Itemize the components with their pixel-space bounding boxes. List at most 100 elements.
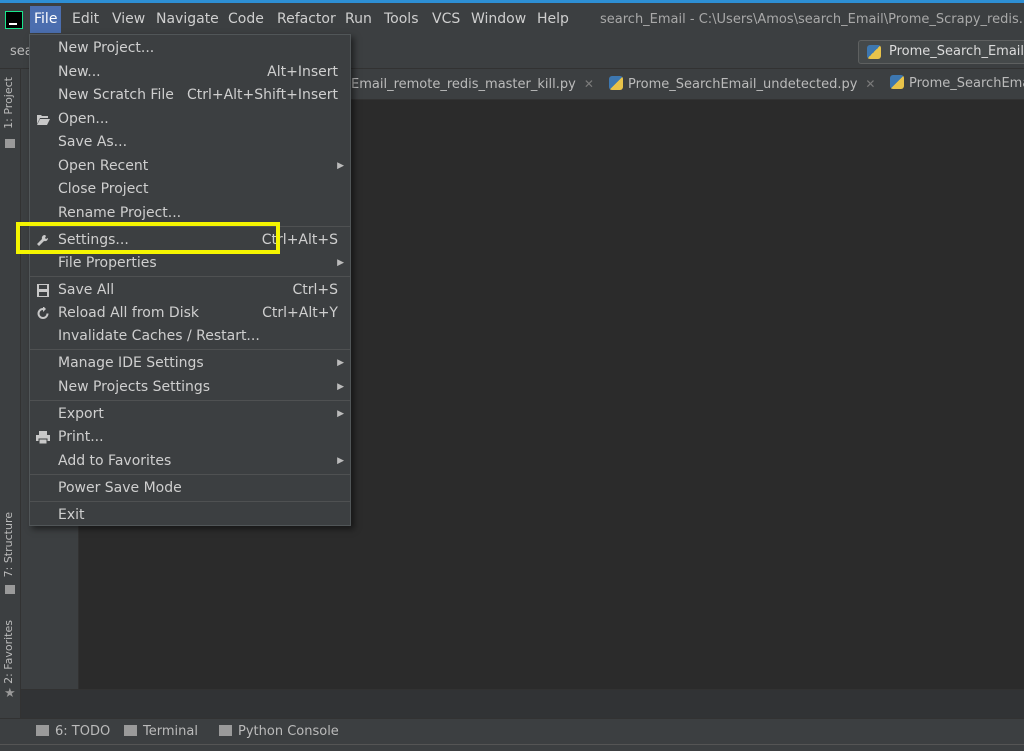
- menu-item-label: Export: [58, 406, 104, 422]
- submenu-arrow-icon: ▶: [337, 409, 344, 419]
- file-menu-dropdown: New Project... New... Alt+Insert New Scr…: [29, 34, 351, 526]
- menu-code[interactable]: Code: [224, 6, 268, 33]
- tool-tab-todo[interactable]: 6: TODO: [36, 719, 110, 745]
- menu-item-label: Rename Project...: [58, 205, 182, 221]
- python-file-icon: [609, 76, 623, 90]
- menu-item-exit[interactable]: Exit: [30, 504, 350, 527]
- menu-item-label: File Properties: [58, 255, 157, 271]
- menu-separator: [30, 501, 350, 502]
- menu-item-label: Manage IDE Settings: [58, 355, 204, 371]
- tool-tab-terminal-label: Terminal: [143, 724, 198, 739]
- editor-tab[interactable]: Email_remote_redis_master_kill.py ✕: [351, 69, 594, 99]
- menu-item-new-projects-settings[interactable]: New Projects Settings ▶: [30, 376, 350, 399]
- menu-item-label: Invalidate Caches / Restart...: [58, 328, 260, 344]
- menu-file[interactable]: File: [30, 6, 62, 33]
- menu-navigate[interactable]: Navigate: [152, 6, 223, 33]
- menu-separator: [30, 474, 350, 475]
- editor-tab[interactable]: Prome_SearchEmail_undetected.py ✕: [609, 69, 875, 99]
- menu-item-label: New Project...: [58, 40, 155, 56]
- menu-item-close-project[interactable]: Close Project: [30, 178, 350, 201]
- menu-item-label: Open Recent: [58, 158, 149, 174]
- menu-vcs[interactable]: VCS: [428, 6, 464, 33]
- menu-run[interactable]: Run: [341, 6, 376, 33]
- menu-item-manage-ide-settings[interactable]: Manage IDE Settings ▶: [30, 352, 350, 375]
- menu-item-file-properties[interactable]: File Properties ▶: [30, 252, 350, 275]
- python-file-icon: [890, 75, 904, 89]
- menu-item-label: New Projects Settings: [58, 379, 211, 395]
- save-icon: [37, 284, 49, 297]
- structure-icon: [5, 585, 15, 594]
- menu-item-settings[interactable]: Settings... Ctrl+Alt+S: [30, 229, 350, 252]
- tool-tab-terminal[interactable]: Terminal: [124, 719, 198, 745]
- pycharm-logo-icon: [5, 11, 23, 29]
- menu-item-open-recent[interactable]: Open Recent ▶: [30, 155, 350, 178]
- submenu-arrow-icon: ▶: [337, 258, 344, 268]
- menu-item-label: Close Project: [58, 181, 149, 197]
- menu-refactor[interactable]: Refactor: [273, 6, 340, 33]
- menu-help[interactable]: Help: [533, 6, 573, 33]
- menu-item-shortcut: Ctrl+Alt+Y: [262, 305, 338, 321]
- editor-tab-label: Prome_SearchEmail_undetected.py: [628, 77, 858, 92]
- menu-item-label: Save As...: [58, 134, 128, 150]
- menu-item-invalidate-caches[interactable]: Invalidate Caches / Restart...: [30, 325, 350, 348]
- wrench-icon: [37, 234, 49, 246]
- menu-item-reload-all[interactable]: Reload All from Disk Ctrl+Alt+Y: [30, 302, 350, 325]
- menu-item-label: Reload All from Disk: [58, 305, 199, 321]
- left-tool-stripe: 1: Project 7: Structure 2: Favorites ★: [0, 69, 21, 718]
- menu-item-label: New...: [58, 64, 101, 80]
- menu-item-label: Open...: [58, 111, 109, 127]
- menu-item-shortcut: Ctrl+Alt+Shift+Insert: [186, 87, 338, 103]
- menu-view[interactable]: View: [108, 6, 149, 33]
- tool-tab-structure[interactable]: 7: Structure: [2, 512, 15, 577]
- close-icon[interactable]: ✕: [865, 77, 875, 91]
- menu-item-new[interactable]: New... Alt+Insert: [30, 61, 350, 84]
- menu-tools[interactable]: Tools: [380, 6, 423, 33]
- menu-item-rename-project[interactable]: Rename Project...: [30, 202, 350, 225]
- editor-tab[interactable]: Prome_SearchEma: [890, 69, 1024, 99]
- menu-item-open[interactable]: Open...: [30, 108, 350, 131]
- reload-icon: [37, 307, 49, 319]
- tool-tab-python-console-label: Python Console: [238, 724, 339, 739]
- menu-item-shortcut: Ctrl+S: [292, 282, 338, 298]
- menu-separator: [30, 349, 350, 350]
- star-icon: ★: [4, 686, 16, 701]
- run-configuration-selector[interactable]: Prome_Search_Email: [858, 40, 1024, 64]
- menu-item-power-save-mode[interactable]: Power Save Mode: [30, 477, 350, 500]
- python-icon: [867, 45, 881, 59]
- menu-item-save-all[interactable]: Save All Ctrl+S: [30, 279, 350, 302]
- close-icon[interactable]: ✕: [584, 77, 594, 91]
- tool-tab-python-console[interactable]: Python Console: [219, 719, 339, 745]
- menu-item-label: New Scratch File: [58, 87, 174, 103]
- submenu-arrow-icon: ▶: [337, 358, 344, 368]
- submenu-arrow-icon: ▶: [337, 456, 344, 466]
- tool-tab-todo-label: 6: TODO: [55, 724, 111, 739]
- tool-tab-favorites[interactable]: 2: Favorites: [2, 620, 15, 684]
- window-title: search_Email - C:\Users\Amos\search_Emai…: [600, 12, 1024, 27]
- folder-icon: [5, 139, 15, 148]
- submenu-arrow-icon: ▶: [337, 161, 344, 171]
- menu-item-export[interactable]: Export ▶: [30, 403, 350, 426]
- menu-item-label: Settings...: [58, 232, 129, 248]
- menu-item-new-project[interactable]: New Project...: [30, 37, 350, 60]
- menu-item-new-scratch-file[interactable]: New Scratch File Ctrl+Alt+Shift+Insert: [30, 84, 350, 107]
- editor-tab-label: Prome_SearchEma: [909, 76, 1024, 91]
- menu-window[interactable]: Window: [467, 6, 530, 33]
- terminal-icon: [124, 725, 137, 736]
- menu-item-label: Power Save Mode: [58, 480, 182, 496]
- menu-item-shortcut: Ctrl+Alt+S: [261, 232, 338, 248]
- menu-item-label: Add to Favorites: [58, 453, 172, 469]
- todo-list-icon: [36, 725, 49, 736]
- menu-item-add-to-favorites[interactable]: Add to Favorites ▶: [30, 450, 350, 473]
- horizontal-scrollbar[interactable]: [21, 689, 1024, 719]
- menu-item-print[interactable]: Print...: [30, 426, 350, 449]
- tool-tab-project[interactable]: 1: Project: [2, 77, 15, 129]
- menu-separator: [30, 276, 350, 277]
- menu-item-save-as[interactable]: Save As...: [30, 131, 350, 154]
- menu-item-shortcut: Alt+Insert: [267, 64, 338, 80]
- editor-tab-label: Email_remote_redis_master_kill.py: [351, 77, 576, 92]
- menu-item-label: Exit: [58, 507, 85, 523]
- folder-open-icon: [37, 115, 50, 125]
- menu-edit[interactable]: Edit: [68, 6, 103, 33]
- menu-separator: [30, 400, 350, 401]
- menu-item-label: Save All: [58, 282, 115, 298]
